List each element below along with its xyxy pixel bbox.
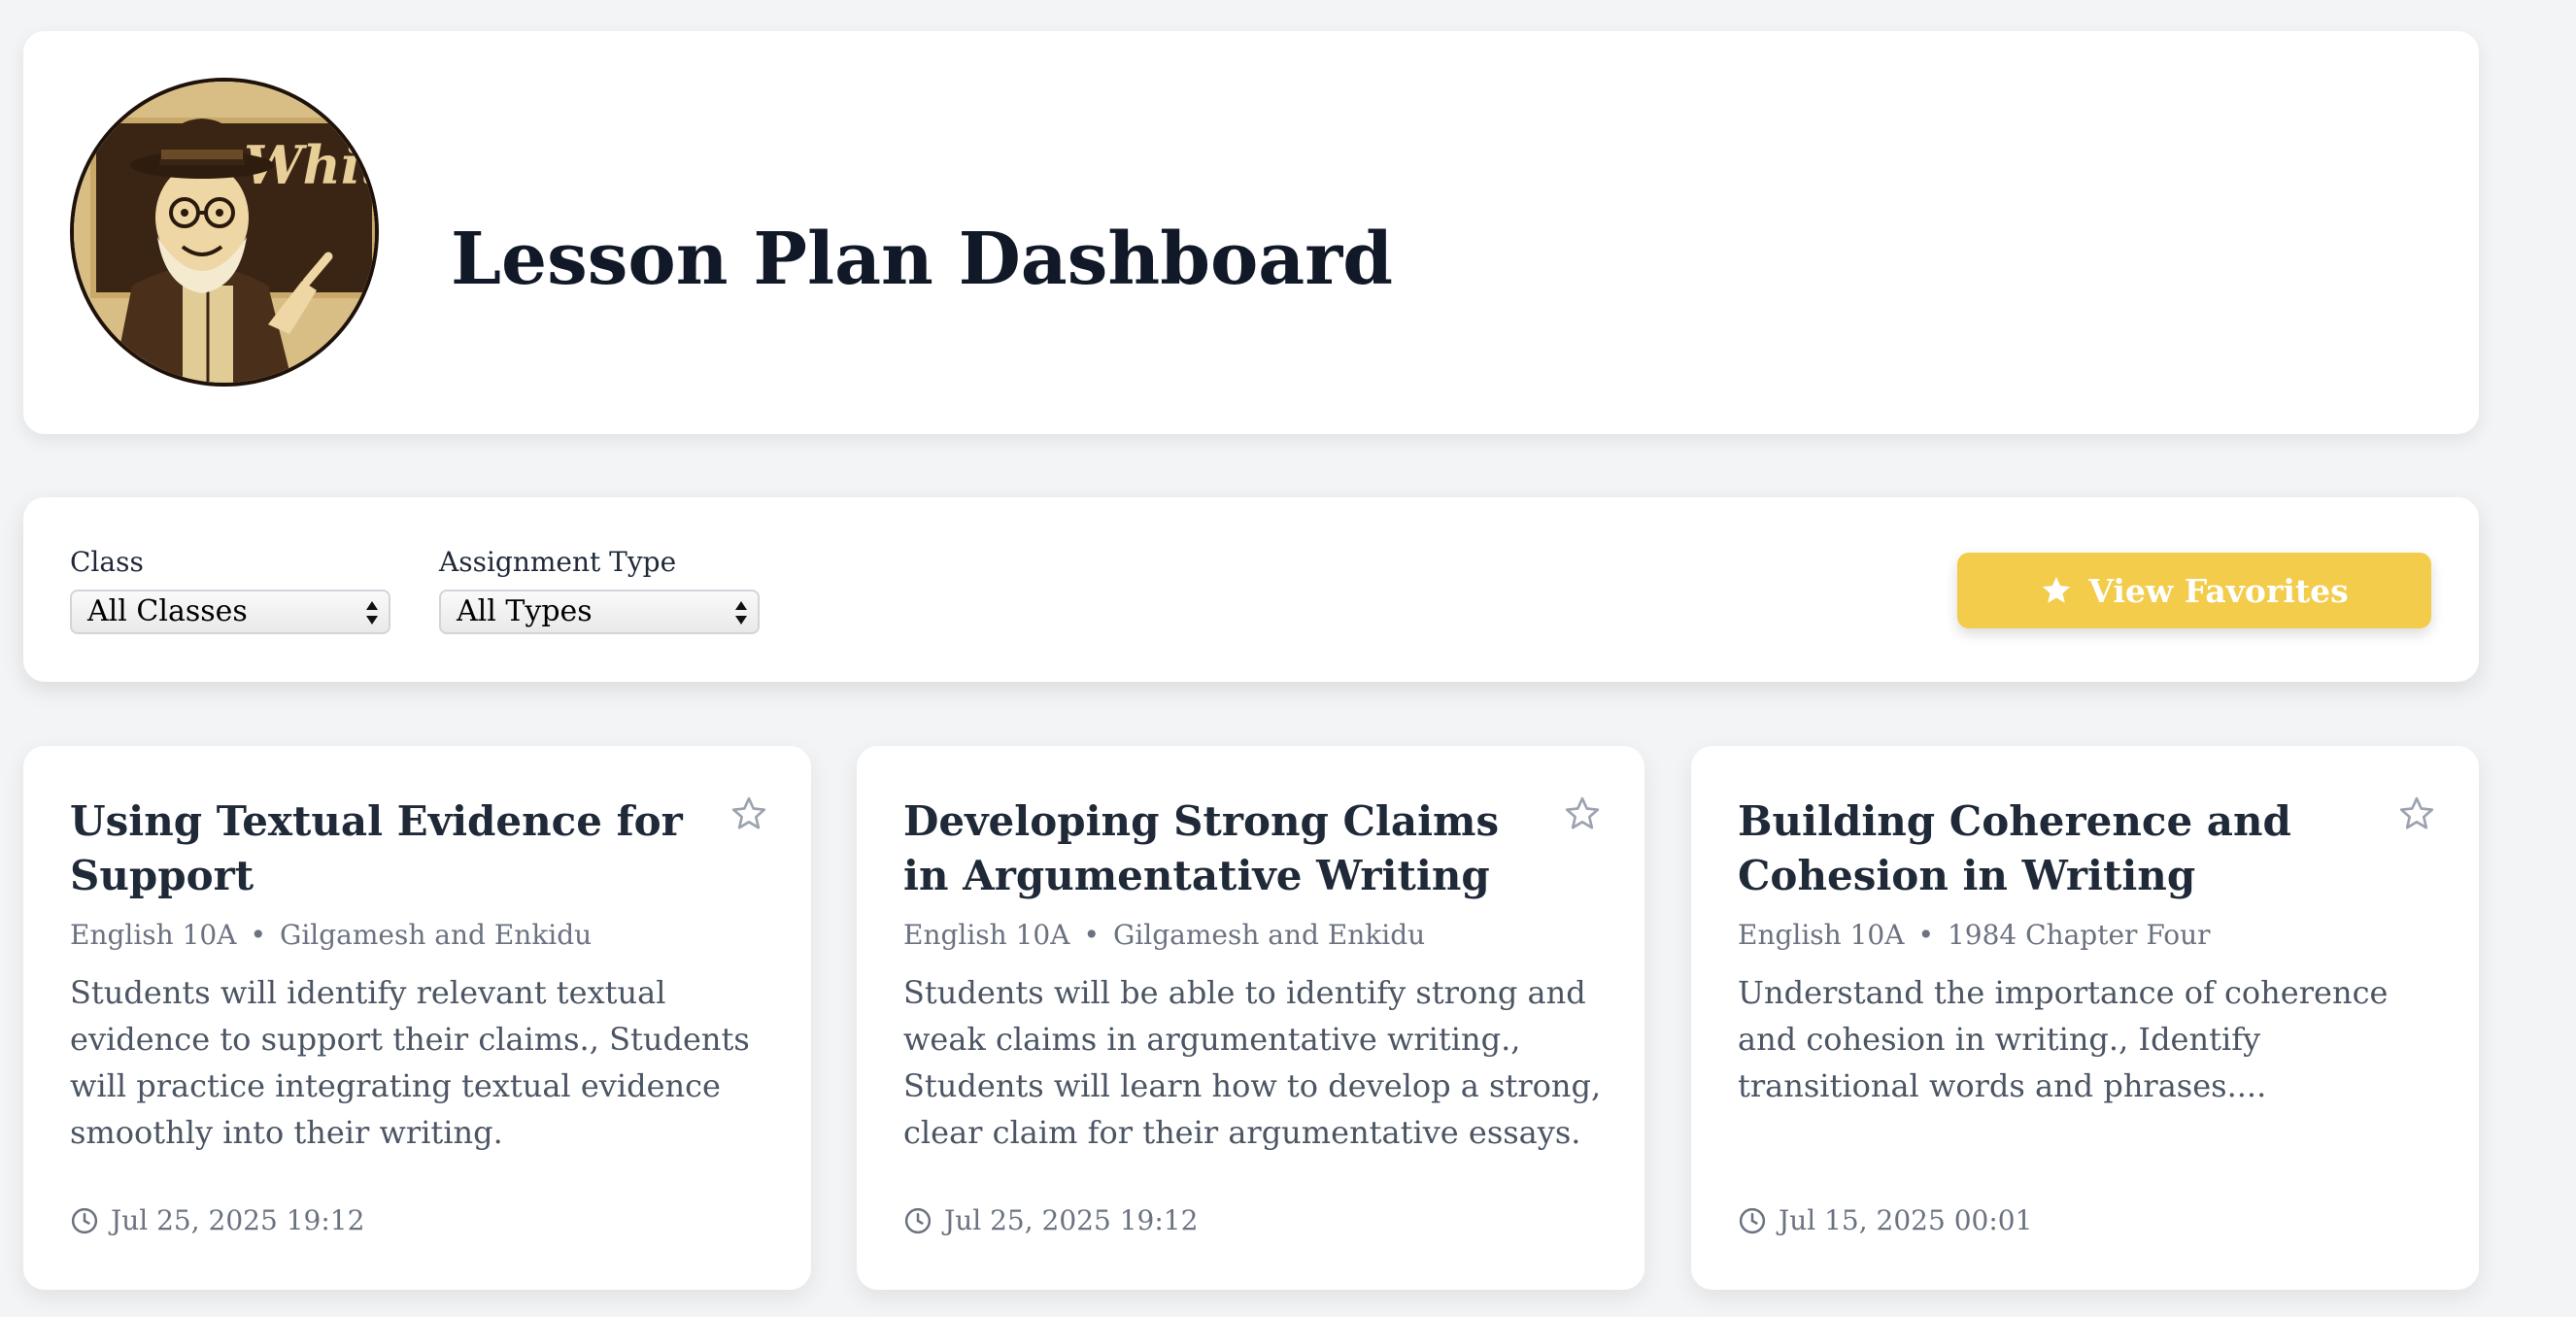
lesson-card[interactable]: Developing Strong Claims in Argumentativ…: [857, 746, 1644, 1290]
lesson-unit: Gilgamesh and Enkidu: [1112, 919, 1426, 951]
lesson-class: English 10A: [903, 919, 1070, 951]
page-title: Lesson Plan Dashboard: [451, 218, 1393, 301]
lesson-date-text: Jul 25, 2025 19:12: [111, 1204, 365, 1236]
filter-bar: Class All Classes Assignment Type All Ty…: [23, 497, 2479, 682]
select-arrows-icon: [366, 601, 378, 625]
clock-icon: [1739, 1207, 1766, 1233]
avatar: Whit: [70, 78, 379, 387]
favorite-star-icon[interactable]: [2397, 794, 2436, 833]
lesson-description: Students will be able to identify strong…: [903, 974, 1602, 1151]
header-card: Whit Lesson Plan Dashboard: [23, 31, 2479, 434]
favorite-star-icon[interactable]: [1563, 794, 1602, 833]
lesson-meta: English 10A • 1984 Chapter Four: [1738, 919, 2211, 951]
lesson-card[interactable]: Using Textual Evidence for Support Engli…: [23, 746, 811, 1290]
lesson-date-text: Jul 25, 2025 19:12: [944, 1204, 1199, 1236]
lesson-description: Understand the importance of coherence a…: [1738, 974, 2389, 1104]
lesson-class: English 10A: [70, 919, 237, 951]
view-favorites-button[interactable]: View Favorites: [1957, 553, 2431, 628]
lesson-title: Using Textual Evidence for Support: [70, 797, 683, 899]
lesson-date: Jul 25, 2025 19:12: [70, 1204, 364, 1236]
star-icon: [2043, 576, 2071, 603]
class-filter: Class All Classes: [70, 546, 390, 634]
lesson-date: Jul 25, 2025 19:12: [903, 1204, 1198, 1236]
lesson-card[interactable]: Building Coherence and Cohesion in Writi…: [1691, 746, 2479, 1290]
type-select[interactable]: All Types: [439, 590, 760, 634]
class-select[interactable]: All Classes: [70, 590, 390, 634]
lesson-meta: English 10A • Gilgamesh and Enkidu: [70, 919, 592, 951]
lesson-date-text: Jul 15, 2025 00:01: [1779, 1204, 2033, 1236]
class-filter-label: Class: [70, 546, 144, 578]
meta-separator: •: [1083, 919, 1100, 951]
lesson-date: Jul 15, 2025 00:01: [1738, 1204, 2032, 1236]
lesson-class: English 10A: [1738, 919, 1905, 951]
meta-separator: •: [1917, 919, 1934, 951]
lesson-title: Building Coherence and Cohesion in Writi…: [1738, 797, 2291, 899]
type-filter: Assignment Type All Types: [439, 546, 760, 634]
lesson-title: Developing Strong Claims in Argumentativ…: [903, 797, 1500, 899]
teacher-logo-image: Whit: [74, 82, 375, 383]
lesson-unit: Gilgamesh and Enkidu: [279, 919, 593, 951]
type-select-value: All Types: [457, 594, 593, 628]
class-select-value: All Classes: [87, 594, 248, 628]
view-favorites-label: View Favorites: [2088, 571, 2349, 610]
favorite-star-icon[interactable]: [729, 794, 768, 833]
lesson-meta: English 10A • Gilgamesh and Enkidu: [903, 919, 1425, 951]
clock-icon: [71, 1207, 98, 1233]
type-filter-label: Assignment Type: [439, 546, 677, 578]
clock-icon: [904, 1207, 932, 1233]
lesson-description: Students will identify relevant textual …: [70, 974, 750, 1151]
select-arrows-icon: [735, 601, 747, 625]
lesson-unit: 1984 Chapter Four: [1947, 919, 2211, 951]
meta-separator: •: [250, 919, 266, 951]
